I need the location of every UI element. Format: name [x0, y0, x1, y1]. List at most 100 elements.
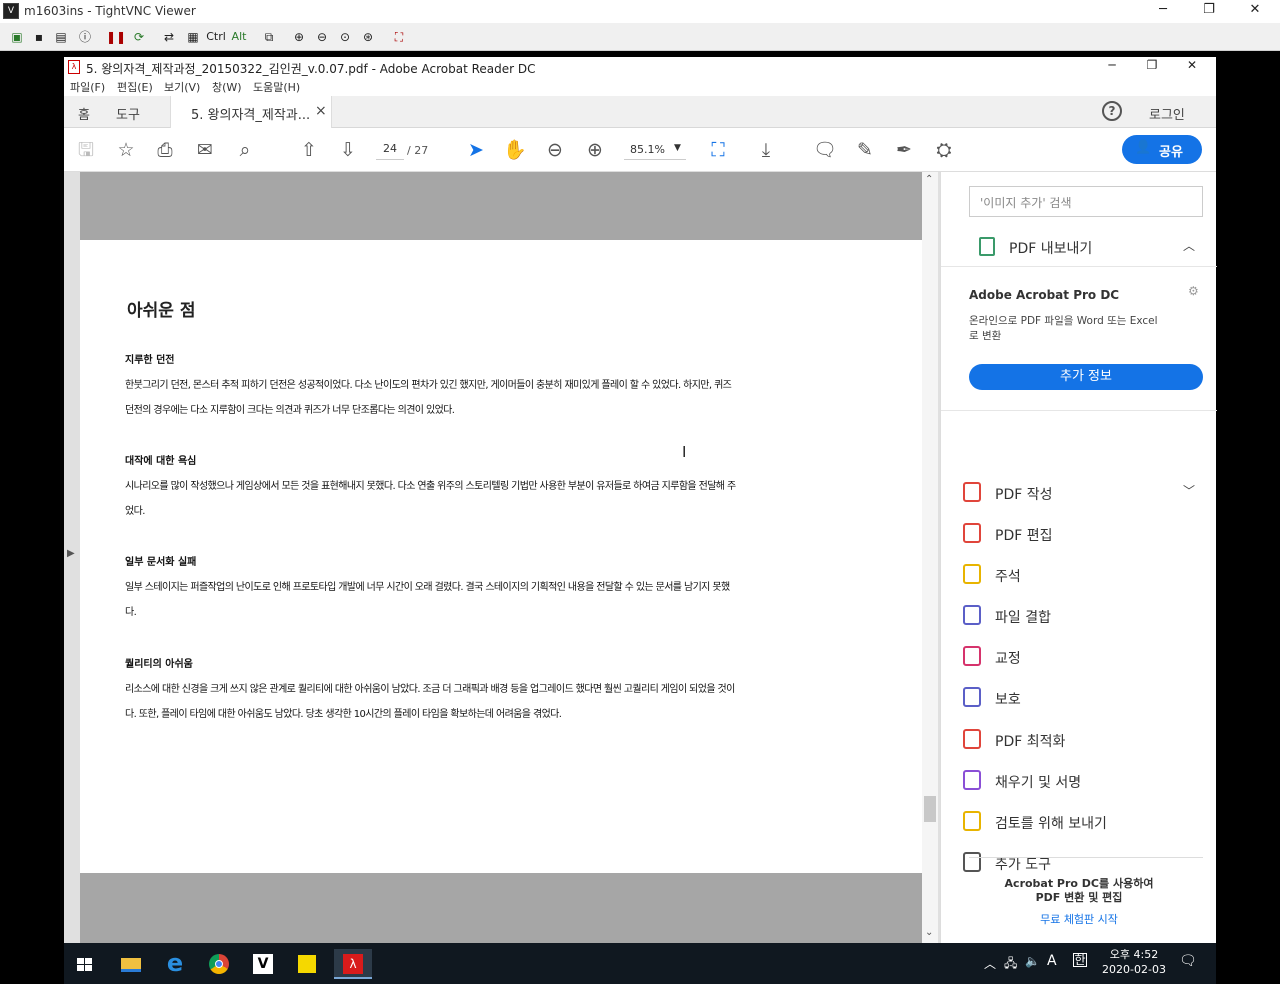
tab-document[interactable]: 5. 왕의자격_제작과... ×	[170, 96, 332, 129]
windows-taskbar: e V λ ︿ 🖧 🔈 A 한 오후 4:52 2020-02-03 🗨	[64, 943, 1216, 984]
acrobat-minimize-button[interactable]: ─	[1100, 58, 1124, 72]
search-icon[interactable]: ⌕	[233, 138, 257, 162]
create-chevron-down-icon[interactable]: ﹀	[1183, 482, 1195, 499]
help-icon[interactable]: ?	[1102, 101, 1122, 121]
info-icon[interactable]: ⓘ	[76, 28, 94, 46]
stamp-icon[interactable]: ⛭	[932, 138, 956, 162]
chrome-icon[interactable]	[204, 949, 234, 979]
acrobat-restore-button[interactable]: ❐	[1140, 58, 1164, 72]
login-link[interactable]: 로그인	[1149, 104, 1185, 123]
file-explorer-icon[interactable]	[116, 949, 146, 979]
zoom-level-select[interactable]: 85.1% ▼	[624, 142, 686, 160]
start-icon[interactable]	[70, 949, 100, 979]
share-button[interactable]: 👤 공유	[1122, 135, 1202, 164]
save-icon[interactable]: ▪	[30, 28, 48, 46]
ctrl-alt-del-icon[interactable]: ▦	[184, 28, 202, 46]
comment-icon	[963, 564, 981, 584]
select-cursor-icon[interactable]: ➤	[464, 138, 488, 162]
acrobat-taskbar-icon[interactable]: λ	[334, 949, 372, 979]
zoom-out-icon[interactable]: ⊖	[543, 138, 567, 162]
left-pane-toggle-icon[interactable]: ▶	[67, 548, 75, 559]
export-pdf-row[interactable]: PDF 내보내기 ︿	[941, 227, 1217, 267]
next-page-icon[interactable]: ⇩	[336, 138, 360, 162]
tool-item-label: 교정	[995, 651, 1021, 667]
zoom-in-icon[interactable]: ⊕	[290, 28, 308, 46]
scroll-up-icon[interactable]: ⌃	[925, 174, 933, 185]
ctrl-key-button[interactable]: Ctrl	[204, 28, 228, 46]
vertical-scrollbar[interactable]: ⌃ ⌄	[922, 172, 938, 943]
bookmark-star-icon[interactable]: ☆	[114, 138, 138, 162]
tightvnc-icon[interactable]: V	[248, 949, 278, 979]
clipboard-icon[interactable]: ⧉	[260, 28, 278, 46]
acrobat-close-button[interactable]: ✕	[1180, 58, 1204, 72]
tool-item[interactable]: 보호	[963, 687, 1193, 713]
refresh-icon[interactable]: ⟳	[130, 28, 148, 46]
highlight-pen-icon[interactable]: ✎	[853, 138, 877, 162]
notification-icon[interactable]: 🗨	[1179, 953, 1197, 969]
transfer-icon[interactable]: ⇄	[160, 28, 178, 46]
tool-item[interactable]: 채우기 및 서명	[963, 770, 1193, 796]
clock-date[interactable]: 2020-02-03	[1100, 963, 1168, 976]
sign-icon[interactable]: ✒	[892, 138, 916, 162]
section-line: 었다.	[125, 506, 145, 517]
network-icon[interactable]: 🖧	[1004, 954, 1017, 975]
vnc-close-button[interactable]: ✕	[1240, 2, 1270, 20]
tab-home[interactable]: 홈	[78, 104, 90, 123]
tool-item[interactable]: PDF 편집	[963, 523, 1193, 549]
fullscreen-icon[interactable]: ⛶	[390, 28, 408, 46]
ime-mode-indicator[interactable]: A	[1047, 953, 1057, 969]
new-connection-icon[interactable]: ▣	[8, 28, 26, 46]
zoom-100-icon[interactable]: ⊙	[336, 28, 354, 46]
ime-hangul-icon[interactable]: 한	[1073, 953, 1087, 967]
volume-icon[interactable]: 🔈	[1025, 954, 1040, 968]
vnc-restore-button[interactable]: ❐	[1194, 2, 1224, 20]
save-icon[interactable]: 🖫	[74, 138, 98, 162]
zoom-out-icon[interactable]: ⊖	[313, 28, 331, 46]
scroll-thumb[interactable]	[924, 796, 936, 822]
scroll-mode-icon[interactable]: ⤓	[754, 138, 778, 162]
tab-close-icon[interactable]: ×	[315, 103, 327, 119]
tool-item[interactable]: 교정	[963, 646, 1193, 672]
menu-edit[interactable]: 편집(E)	[117, 79, 153, 95]
menu-window[interactable]: 창(W)	[212, 79, 242, 95]
internet-explorer-icon[interactable]: e	[160, 949, 190, 979]
tool-item[interactable]: 주석	[963, 564, 1193, 590]
chevron-up-icon[interactable]: ︿	[1183, 237, 1195, 254]
tool-item[interactable]: 파일 결합	[963, 605, 1193, 631]
tool-item[interactable]: 검토를 위해 보내기	[963, 811, 1193, 837]
pause-icon[interactable]: ❚❚	[106, 28, 126, 46]
fit-page-icon[interactable]: ⛶	[706, 138, 730, 162]
tab-tools[interactable]: 도구	[116, 104, 140, 123]
options-icon[interactable]: ▤	[52, 28, 70, 46]
tab-document-label: 5. 왕의자격_제작과...	[191, 108, 311, 123]
chevron-up-icon[interactable]: ︿	[984, 955, 996, 972]
sticky-notes-icon[interactable]	[292, 949, 322, 979]
prev-page-icon[interactable]: ⇧	[297, 138, 321, 162]
document-viewport[interactable]: 아쉬운 점 지루한 던전 한붓그리기 던전, 몬스터 추적 피하기 던전은 성공…	[64, 172, 940, 943]
free-trial-link[interactable]: 무료 체험판 시작	[941, 911, 1217, 927]
scroll-down-icon[interactable]: ⌄	[925, 927, 933, 938]
section-title: 퀄리티의 아쉬움	[125, 659, 193, 670]
email-icon[interactable]: ✉	[193, 138, 217, 162]
comment-icon[interactable]: 🗨	[813, 138, 837, 162]
promo-settings-icon[interactable]: ⚙	[1188, 284, 1199, 298]
print-icon[interactable]: ⎙	[153, 138, 177, 162]
menu-view[interactable]: 보기(V)	[164, 79, 200, 95]
tool-item[interactable]: PDF 작성	[963, 482, 1193, 508]
clock-time[interactable]: 오후 4:52	[1104, 946, 1164, 962]
alt-key-button[interactable]: Alt	[228, 28, 250, 46]
vnc-window-title: m1603ins - TightVNC Viewer	[24, 4, 196, 18]
promo-desc-line1: 온라인으로 PDF 파일을 Word 또는 Excel	[969, 315, 1158, 327]
divider	[941, 410, 1217, 411]
tools-search-input[interactable]: '이미지 추가' 검색	[969, 186, 1203, 217]
more-info-button[interactable]: 추가 정보	[969, 364, 1203, 390]
zoom-in-icon[interactable]: ⊕	[583, 138, 607, 162]
redact-icon	[963, 646, 981, 666]
tool-item[interactable]: PDF 최적화	[963, 729, 1193, 755]
vnc-minimize-button[interactable]: ─	[1148, 2, 1178, 20]
zoom-fit-icon[interactable]: ⊛	[359, 28, 377, 46]
hand-tool-icon[interactable]: ✋	[503, 138, 527, 162]
menu-help[interactable]: 도움말(H)	[253, 79, 300, 95]
menu-file[interactable]: 파일(F)	[70, 79, 105, 95]
page-number-input[interactable]: 24	[376, 142, 404, 160]
